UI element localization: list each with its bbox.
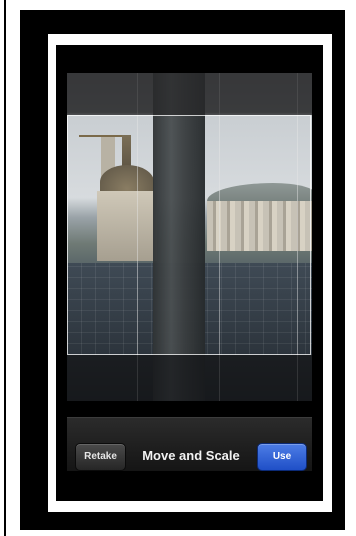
crop-mask-top bbox=[67, 73, 312, 115]
retake-button[interactable]: Retake bbox=[75, 443, 126, 471]
bottom-toolbar: Retake Move and Scale Use bbox=[67, 417, 312, 471]
move-and-scale-title: Move and Scale bbox=[142, 448, 240, 463]
use-button[interactable]: Use bbox=[257, 443, 307, 471]
crop-mask-bottom bbox=[67, 355, 312, 401]
device-screen: Retake Move and Scale Use bbox=[56, 45, 323, 501]
page-edge-rule bbox=[4, 0, 6, 536]
photo-preview[interactable] bbox=[67, 73, 312, 401]
screenshot-canvas: Retake Move and Scale Use bbox=[0, 0, 356, 536]
crop-box[interactable] bbox=[67, 115, 311, 355]
